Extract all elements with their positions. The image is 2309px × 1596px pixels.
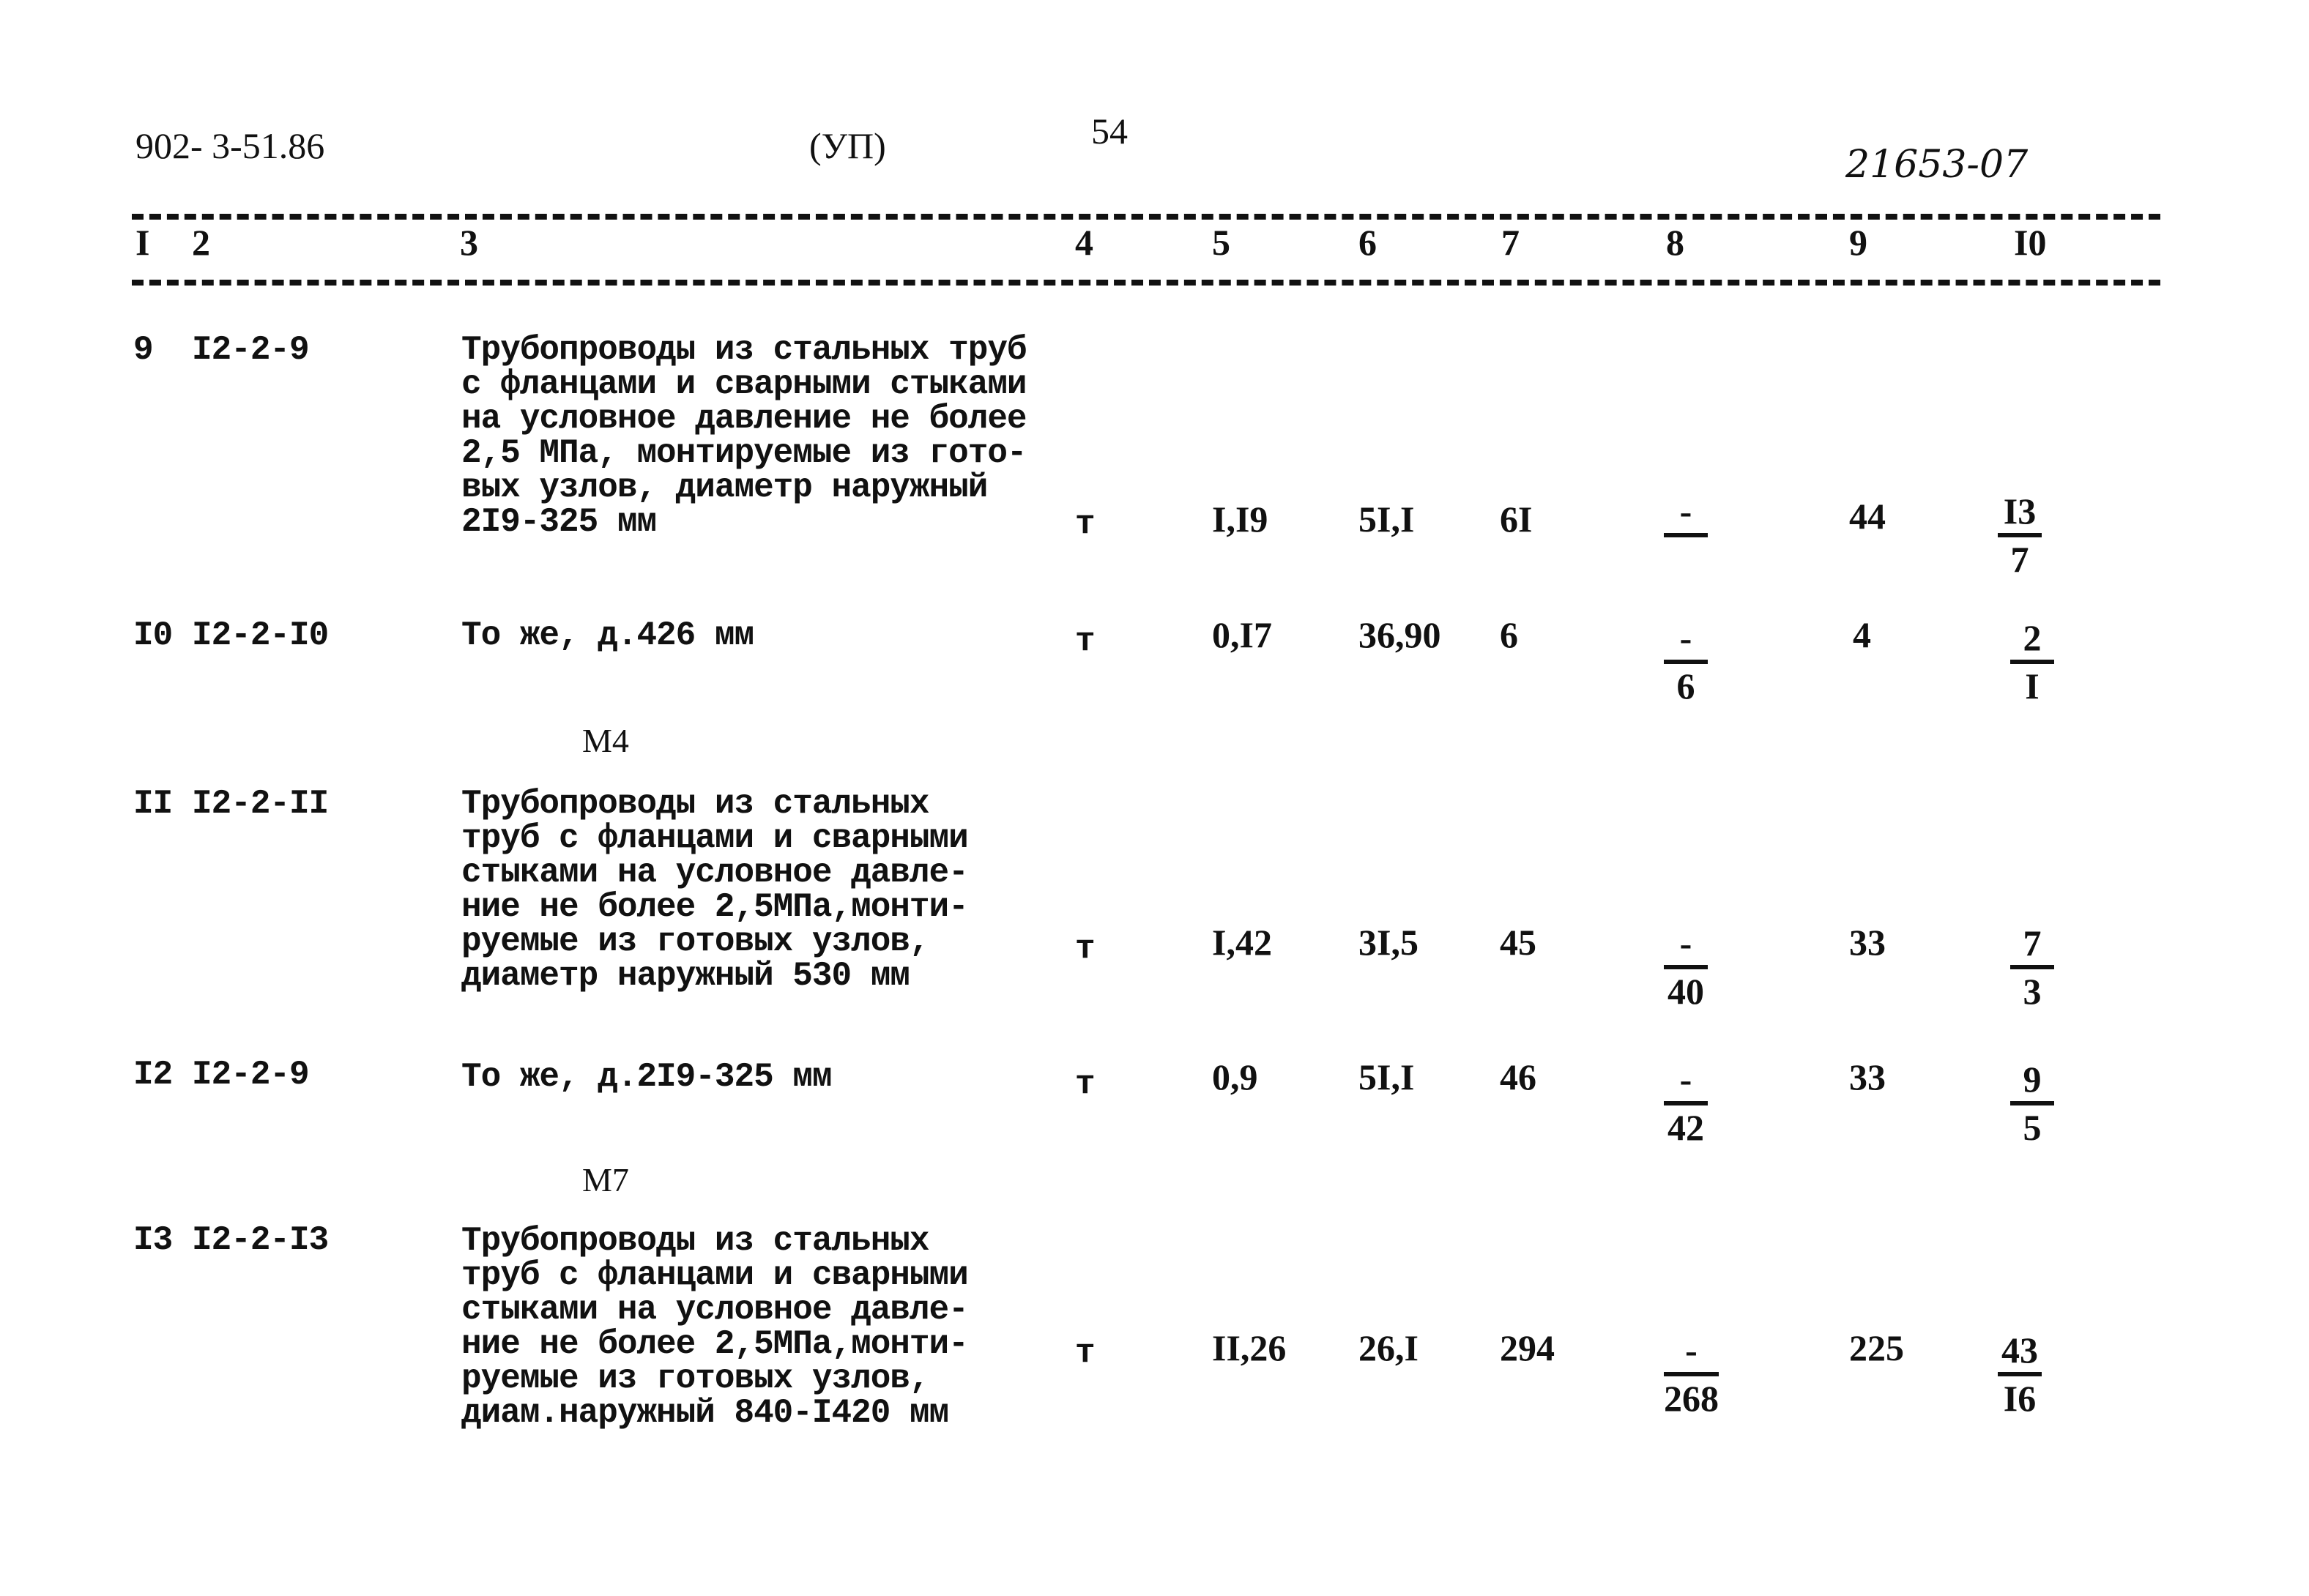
unit: т [1075,1065,1096,1103]
col10-top: I3 [2003,491,2037,532]
page-number: 54 [1091,111,1128,152]
norm-code: I2-2-I3 [192,1221,329,1259]
row-number: 9 [133,331,154,369]
handwritten-reference: 21653-07 [1845,143,2029,187]
unit: т [1075,505,1096,543]
col8-fraction: - 268 [1664,1331,1719,1417]
col9-value: 4 [1853,614,1871,655]
col8-fraction: - 6 [1664,619,1708,705]
column-header-7: 7 [1501,222,1520,263]
col8-fraction: - [1664,492,1708,578]
col10-fraction: 7 3 [2010,924,2054,1010]
fraction-bar [1664,1372,1719,1376]
col10-fraction: I3 7 [1998,492,2042,578]
fraction-bar [1664,1101,1708,1105]
col7-value: 6I [1500,499,1533,540]
work-description: Трубопроводы из стальных труб с фланцами… [461,1222,969,1432]
unit: т [1075,622,1096,660]
col8-bottom: 6 [1676,665,1695,706]
col9-value: 225 [1849,1327,1904,1368]
col10-bottom: I6 [2003,1378,2037,1419]
work-description: Трубопроводы из стальных труб с фланцами… [461,785,969,995]
col6-value: 36,90 [1358,614,1441,655]
col8-fraction: - 40 [1664,924,1708,1010]
col8-top: - [1679,617,1692,658]
fraction-bar [1664,660,1708,664]
col8-top: - [1679,1059,1692,1100]
col10-fraction: 9 5 [2010,1060,2054,1146]
col6-value: 5I,I [1358,499,1415,540]
col10-top: 9 [2023,1059,2042,1100]
col6-value: 5I,I [1358,1056,1415,1097]
row-number: I2 [133,1056,173,1094]
col10-top: 7 [2023,922,2042,963]
col9-value: 33 [1849,922,1886,963]
fraction-bar [1998,1372,2042,1376]
row-number: I0 [133,616,173,655]
col5-value: I,42 [1212,922,1272,963]
col8-bottom: 40 [1667,971,1704,1012]
col8-fraction: - 42 [1664,1060,1708,1146]
norm-code: I2-2-I0 [192,616,329,655]
fraction-bar [2010,965,2054,969]
col7-value: 45 [1500,922,1536,963]
section-mark: (УП) [809,125,886,166]
col9-value: 33 [1849,1056,1886,1097]
col10-bottom: 7 [2010,539,2029,580]
col5-value: 0,9 [1212,1056,1258,1097]
norm-code: I2-2-9 [192,331,310,369]
header-divider-bottom [132,280,2160,286]
col8-bottom: 268 [1664,1378,1719,1419]
column-header-8: 8 [1666,222,1684,263]
col8-bottom: 42 [1667,1107,1704,1148]
header-divider-top [132,214,2160,220]
column-header-6: 6 [1358,222,1377,263]
fraction-bar [1664,965,1708,969]
norm-code: I2-2-9 [192,1056,310,1094]
column-header-1: I [135,222,150,263]
col10-fraction: 2 I [2010,619,2054,705]
unit: т [1075,1334,1096,1372]
document-code: 902- 3-51.86 [135,125,325,166]
col10-bottom: I [2025,665,2040,706]
col10-bottom: 5 [2023,1107,2042,1148]
fraction-bar [2010,1101,2054,1105]
column-header-5: 5 [1212,222,1230,263]
col5-value: I,I9 [1212,499,1268,540]
fraction-bar [2010,660,2054,664]
col10-fraction: 43 I6 [1998,1331,2042,1417]
col6-value: 3I,5 [1358,922,1419,963]
column-header-2: 2 [192,222,210,263]
section-label-m7: М7 [582,1161,629,1198]
col10-top: 43 [2001,1330,2038,1371]
col7-value: 6 [1500,614,1518,655]
col10-top: 2 [2023,617,2042,658]
fraction-bar [1998,533,2042,537]
norm-code: I2-2-II [192,785,329,823]
col8-top: - [1679,491,1692,532]
col10-bottom: 3 [2023,971,2042,1012]
column-header-3: 3 [460,222,478,263]
column-header-9: 9 [1849,222,1867,263]
col5-value: II,26 [1212,1327,1287,1368]
col8-top: - [1685,1330,1698,1371]
col7-value: 46 [1500,1056,1536,1097]
col8-top: - [1679,922,1692,963]
col5-value: 0,I7 [1212,614,1272,655]
fraction-bar [1664,533,1708,537]
col9-value: 44 [1849,496,1886,537]
row-number: I3 [133,1221,173,1259]
column-header-10: I0 [2014,222,2047,263]
work-description: То же, д.2I9-325 мм [461,1058,832,1096]
col6-value: 26,I [1358,1327,1419,1368]
column-header-4: 4 [1075,222,1093,263]
work-description: То же, д.426 мм [461,616,754,655]
work-description: Трубопроводы из стальных труб с фланцами… [461,331,1027,541]
section-label-m4: М4 [582,722,629,759]
unit: т [1075,930,1096,968]
col7-value: 294 [1500,1327,1555,1368]
row-number: II [133,785,173,823]
